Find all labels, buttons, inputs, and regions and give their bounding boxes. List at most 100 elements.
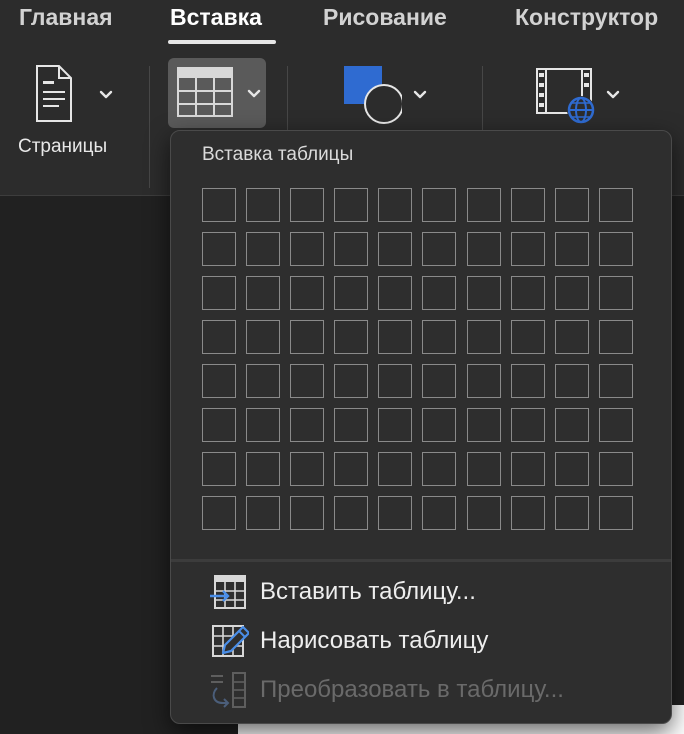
grid-cell[interactable] xyxy=(598,232,633,266)
grid-cell[interactable] xyxy=(422,188,457,222)
grid-cell[interactable] xyxy=(334,452,369,486)
grid-cell[interactable] xyxy=(598,320,633,354)
grid-cell[interactable] xyxy=(378,452,413,486)
menu-divider xyxy=(171,559,671,562)
draw-table-icon xyxy=(212,625,249,657)
grid-cell[interactable] xyxy=(378,364,413,398)
table-grid-icon xyxy=(177,67,233,117)
grid-cell[interactable] xyxy=(510,452,545,486)
grid-cell[interactable] xyxy=(246,452,281,486)
grid-cell[interactable] xyxy=(598,188,633,222)
draw-table-menu-item[interactable]: Нарисовать таблицу xyxy=(209,621,649,661)
active-tab-indicator xyxy=(168,40,276,44)
grid-cell[interactable] xyxy=(422,320,457,354)
grid-cell[interactable] xyxy=(334,276,369,310)
grid-cell[interactable] xyxy=(554,232,589,266)
online-video-button[interactable] xyxy=(532,66,632,130)
grid-cell[interactable] xyxy=(510,408,545,442)
grid-cell[interactable] xyxy=(510,364,545,398)
grid-cell[interactable] xyxy=(202,452,236,486)
grid-cell[interactable] xyxy=(290,232,325,266)
grid-cell[interactable] xyxy=(202,408,236,442)
chevron-down-icon xyxy=(413,90,427,99)
grid-cell[interactable] xyxy=(554,320,589,354)
grid-cell[interactable] xyxy=(554,452,589,486)
pages-button[interactable]: Страницы xyxy=(14,60,134,170)
chevron-down-icon xyxy=(99,90,113,99)
grid-cell[interactable] xyxy=(466,452,501,486)
grid-cell[interactable] xyxy=(422,276,457,310)
grid-cell[interactable] xyxy=(246,320,281,354)
grid-cell[interactable] xyxy=(422,452,457,486)
grid-cell[interactable] xyxy=(466,496,501,530)
grid-cell[interactable] xyxy=(466,188,501,222)
grid-cell[interactable] xyxy=(598,452,633,486)
grid-cell[interactable] xyxy=(334,320,369,354)
convert-to-table-menu-item[interactable]: Преобразовать в таблицу... xyxy=(209,670,649,710)
grid-cell[interactable] xyxy=(290,320,325,354)
grid-cell[interactable] xyxy=(378,232,413,266)
grid-cell[interactable] xyxy=(510,232,545,266)
grid-cell[interactable] xyxy=(290,276,325,310)
grid-cell[interactable] xyxy=(510,320,545,354)
grid-cell[interactable] xyxy=(246,232,281,266)
grid-cell[interactable] xyxy=(378,276,413,310)
grid-cell[interactable] xyxy=(554,408,589,442)
grid-cell[interactable] xyxy=(290,364,325,398)
tab-draw[interactable]: Рисование xyxy=(323,4,447,31)
grid-cell[interactable] xyxy=(598,408,633,442)
grid-cell[interactable] xyxy=(466,320,501,354)
grid-cell[interactable] xyxy=(202,496,236,530)
grid-cell[interactable] xyxy=(598,364,633,398)
grid-cell[interactable] xyxy=(554,276,589,310)
grid-cell[interactable] xyxy=(246,496,281,530)
grid-cell[interactable] xyxy=(202,320,236,354)
grid-cell[interactable] xyxy=(246,408,281,442)
grid-cell[interactable] xyxy=(334,408,369,442)
grid-cell[interactable] xyxy=(290,408,325,442)
grid-cell[interactable] xyxy=(202,188,236,222)
grid-cell[interactable] xyxy=(510,276,545,310)
grid-cell[interactable] xyxy=(598,276,633,310)
grid-cell[interactable] xyxy=(378,496,413,530)
grid-cell[interactable] xyxy=(422,232,457,266)
grid-cell[interactable] xyxy=(334,364,369,398)
grid-cell[interactable] xyxy=(290,188,325,222)
grid-cell[interactable] xyxy=(202,276,236,310)
grid-cell[interactable] xyxy=(290,496,325,530)
insert-table-menu-item[interactable]: Вставить таблицу... xyxy=(209,572,649,612)
grid-cell[interactable] xyxy=(554,188,589,222)
grid-cell[interactable] xyxy=(246,276,281,310)
grid-cell[interactable] xyxy=(466,408,501,442)
grid-cell[interactable] xyxy=(378,408,413,442)
draw-table-label: Нарисовать таблицу xyxy=(260,627,489,654)
table-button[interactable] xyxy=(168,58,266,128)
grid-cell[interactable] xyxy=(378,320,413,354)
grid-cell[interactable] xyxy=(554,364,589,398)
grid-cell[interactable] xyxy=(202,364,236,398)
grid-cell[interactable] xyxy=(554,496,589,530)
tab-insert[interactable]: Вставка xyxy=(170,4,262,31)
grid-cell[interactable] xyxy=(334,188,369,222)
grid-cell[interactable] xyxy=(466,276,501,310)
grid-cell[interactable] xyxy=(598,496,633,530)
grid-cell[interactable] xyxy=(378,188,413,222)
grid-cell[interactable] xyxy=(510,496,545,530)
grid-cell[interactable] xyxy=(422,408,457,442)
grid-cell[interactable] xyxy=(466,364,501,398)
tab-home[interactable]: Главная xyxy=(19,4,113,31)
grid-cell[interactable] xyxy=(510,188,545,222)
grid-cell[interactable] xyxy=(422,496,457,530)
grid-cell[interactable] xyxy=(246,364,281,398)
grid-cell[interactable] xyxy=(202,232,236,266)
grid-cell[interactable] xyxy=(422,364,457,398)
tab-design[interactable]: Конструктор xyxy=(515,4,658,31)
grid-cell[interactable] xyxy=(290,452,325,486)
grid-cell[interactable] xyxy=(246,188,281,222)
grid-cell[interactable] xyxy=(334,496,369,530)
grid-cell[interactable] xyxy=(466,232,501,266)
grid-cell[interactable] xyxy=(334,232,369,266)
table-size-grid[interactable] xyxy=(202,188,633,530)
dropdown-title: Вставка таблицы xyxy=(202,144,354,165)
shapes-button[interactable] xyxy=(336,62,436,126)
